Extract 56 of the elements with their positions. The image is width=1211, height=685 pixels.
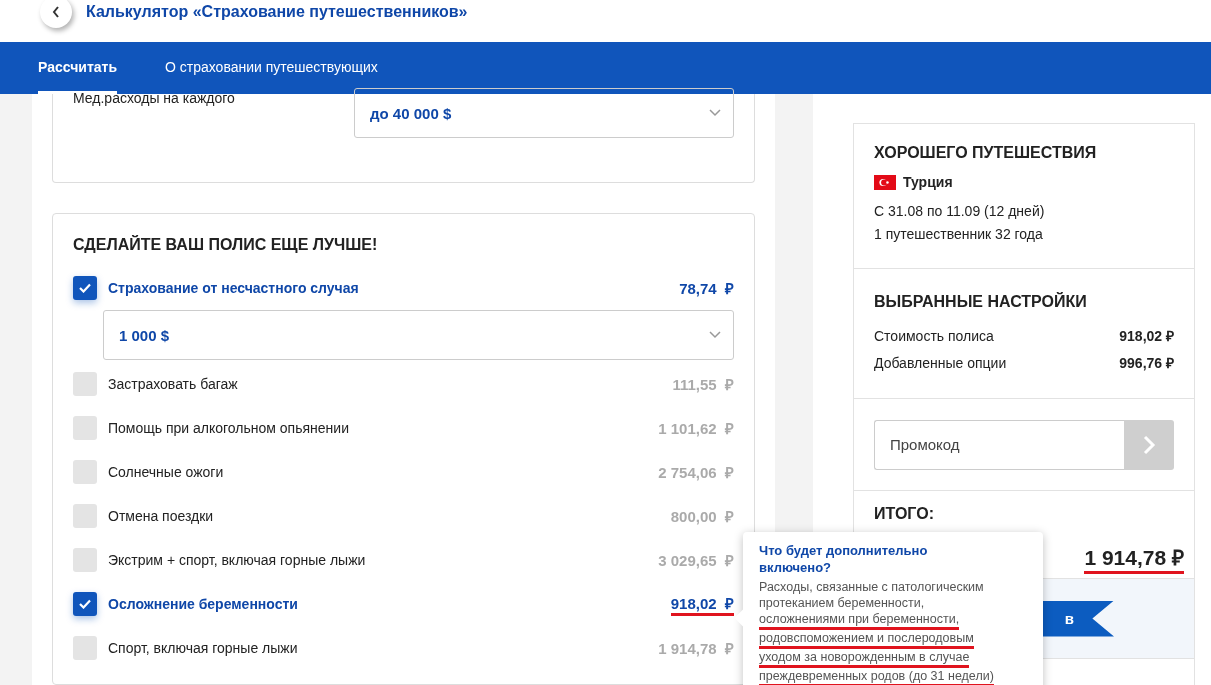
coverage-select[interactable]: до 40 000 $ [354, 88, 734, 138]
option-price: 3 029,65 ₽ [658, 551, 734, 570]
option-label: Страхование от несчастного случая [108, 280, 360, 296]
option-price: 1 914,78 ₽ [658, 639, 734, 658]
check-icon [79, 599, 91, 609]
option-label: Отмена поездки [108, 508, 215, 524]
checkbox[interactable] [73, 548, 97, 572]
setting-value: 918,02 ₽ [1119, 327, 1174, 346]
country-name: Турция [903, 174, 953, 190]
option-price: 78,74 ₽ [679, 279, 734, 298]
option-label: Экстрим + спорт, включая горные лыжи [108, 552, 367, 568]
tooltip-text: уходом за новорожденным в случае [759, 649, 970, 668]
tooltip-text: протеканием беременности, [759, 595, 925, 611]
setting-label: Стоимость полиса [874, 327, 994, 346]
tooltip-text: Расходы, связанные с патологическим [759, 579, 984, 595]
option-price: 2 754,06 ₽ [658, 463, 734, 482]
checkbox[interactable] [73, 636, 97, 660]
checkbox[interactable] [73, 460, 97, 484]
checkbox[interactable] [73, 592, 97, 616]
setting-label: Добавленные опции [874, 354, 1007, 373]
option-label: Помощь при алкогольном опьянении [108, 420, 350, 436]
section-title: СДЕЛАЙТЕ ВАШ ПОЛИС ЕЩЕ ЛУЧШЕ! [73, 236, 379, 254]
option-label: Застраховать багаж [108, 376, 239, 392]
chevron-right-icon [1142, 433, 1156, 456]
flag-icon [874, 174, 896, 190]
option-price: 1 101,62 ₽ [658, 419, 734, 438]
tooltip-text: родовспоможением и послеродовым [759, 630, 974, 649]
tooltip-text: осложнениями при беременности, [759, 611, 960, 630]
total-label: ИТОГО: [874, 505, 935, 523]
travellers-info: 1 путешественник 32 года [874, 225, 1044, 244]
chevron-down-icon [709, 109, 721, 117]
total-value: 1 914,78 ₽ [1084, 543, 1184, 574]
option-label: Спорт, включая горные лыжи [108, 640, 299, 656]
checkbox[interactable] [73, 276, 97, 300]
check-icon [79, 283, 91, 293]
chevron-down-icon [709, 331, 721, 339]
option-price: 111,55 ₽ [672, 375, 734, 394]
tooltip-text: преждевременных родов (до 31 недели) [759, 668, 994, 685]
promo-code-field[interactable]: Промокод [874, 419, 1124, 470]
section-title: ХОРОШЕГО ПУТЕШЕСТВИЯ [874, 144, 1098, 162]
page-title: Калькулятор «Страхование путешественников» [86, 3, 468, 21]
option-label: Солнечные ожоги [108, 464, 225, 480]
chevron-left-icon [51, 5, 61, 19]
option-label: Осложнение беременности [108, 596, 299, 612]
back-button[interactable] [40, 0, 72, 28]
checkbox[interactable] [73, 416, 97, 440]
trip-dates: С 31.08 по 11.09 (12 дней) [874, 202, 1046, 221]
setting-value: 996,76 ₽ [1119, 354, 1174, 373]
apply-button[interactable] [1124, 419, 1174, 470]
option-price: 800,00 ₽ [670, 507, 734, 526]
checkbox[interactable] [73, 372, 97, 396]
tooltip-title: Что будет дополнительно включено? [759, 542, 929, 576]
option-price: 918,02 ₽ [670, 592, 734, 616]
amount-select[interactable]: 1 000 $ [103, 310, 734, 360]
checkbox[interactable] [73, 504, 97, 528]
section-title: ВЫБРАННЫЕ НАСТРОЙКИ [874, 293, 1088, 311]
